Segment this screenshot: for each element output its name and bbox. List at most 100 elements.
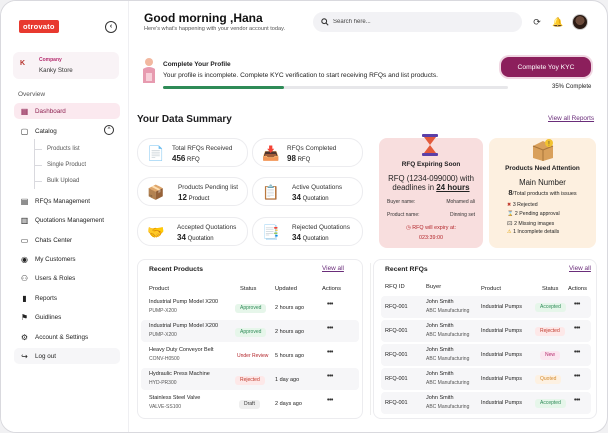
product-code: CONV-H0500 bbox=[149, 356, 180, 362]
attention-item-missing-images[interactable]: 🖾 2 Missing images bbox=[507, 220, 554, 229]
stat-value: 34 Quotation bbox=[292, 193, 329, 202]
more-actions-icon[interactable]: ••• bbox=[327, 301, 333, 308]
handshake-icon: 🤝 bbox=[147, 224, 165, 240]
status-badge: Quoted bbox=[535, 375, 562, 384]
profile-progress-fill bbox=[163, 86, 284, 89]
sidebar-subitem-products-list[interactable]: Products list bbox=[47, 146, 80, 152]
sidebar-item-users-roles[interactable]: ⚇ Users & Roles bbox=[14, 270, 120, 286]
refresh-icon[interactable]: ⟳ bbox=[530, 15, 544, 29]
product-name[interactable]: Hydraulic Press Machine bbox=[149, 371, 210, 377]
sidebar-item-label: Chats Center bbox=[35, 236, 73, 244]
rfq-id[interactable]: RFQ-001 bbox=[385, 304, 408, 310]
sidebar-item-dashboard[interactable]: ▦ Dashboard bbox=[14, 103, 120, 119]
more-actions-icon[interactable]: ••• bbox=[327, 373, 333, 380]
col-header-status: Status bbox=[542, 286, 559, 292]
chat-icon: ▭ bbox=[20, 235, 29, 245]
sidebar-item-logout[interactable]: ↪ Log out bbox=[14, 348, 120, 364]
sidebar-item-rfqs[interactable]: ▤ RFQs Management bbox=[14, 193, 120, 209]
hourglass-icon bbox=[422, 134, 438, 156]
profile-message: Your profile is incomplete. Complete KYC… bbox=[163, 72, 438, 79]
rfq-product: Industrial Pumps bbox=[481, 400, 522, 406]
sidebar-item-reports[interactable]: ▮ Reports bbox=[14, 290, 120, 306]
bell-icon[interactable]: 🔔 bbox=[551, 15, 565, 29]
attention-title: Products Need Attention bbox=[505, 165, 580, 172]
stat-products-pending[interactable]: 📦 Products Pending list 12 Product bbox=[137, 177, 248, 206]
stat-label: Accepted Quotations bbox=[177, 224, 237, 231]
attention-item-pending[interactable]: ⌛ 2 Pending approval bbox=[507, 211, 560, 217]
recent-products-view-all-link[interactable]: View all bbox=[322, 265, 344, 272]
buyer-company: ABC Manufacturing bbox=[426, 356, 470, 362]
brand-logo[interactable]: otrovato bbox=[19, 20, 59, 33]
status-badge: Approved bbox=[235, 304, 267, 313]
document-icon: 📄 bbox=[147, 145, 165, 161]
rfq-product: Industrial Pumps bbox=[481, 376, 522, 382]
sidebar-item-label: Quotations Management bbox=[35, 216, 104, 224]
product-name[interactable]: Industrial Pump Model X200 bbox=[149, 299, 218, 305]
status-badge: Rejected bbox=[235, 376, 265, 385]
col-header-buyer: Buyer bbox=[426, 284, 442, 290]
recent-rfqs-view-all-link[interactable]: View all bbox=[569, 265, 591, 272]
sidebar-subitem-single-product[interactable]: Single Product bbox=[47, 162, 86, 168]
updated-time: 1 day ago bbox=[275, 377, 300, 383]
search-bar[interactable] bbox=[313, 12, 522, 32]
avatar[interactable] bbox=[572, 14, 588, 30]
product-name[interactable]: Heavy Duty Conveyor Belt bbox=[149, 347, 214, 353]
collapse-sidebar-button[interactable]: ‹ bbox=[105, 21, 117, 33]
buyer-company: ABC Manufacturing bbox=[426, 404, 470, 410]
sidebar-item-chats[interactable]: ▭ Chats Center bbox=[14, 232, 120, 248]
product-name[interactable]: Stainless Steel Valve bbox=[149, 395, 200, 401]
sidebar-subitem-bulk-upload[interactable]: Bulk Upload bbox=[47, 178, 79, 184]
attention-item-rejected[interactable]: ✖ 3 Rejected bbox=[507, 202, 538, 208]
sidebar-item-account-settings[interactable]: ⚙ Account & Settings bbox=[14, 329, 120, 345]
more-actions-icon[interactable]: ••• bbox=[574, 349, 580, 356]
buyer-name: John Smith bbox=[426, 347, 454, 353]
sidebar-item-quotations[interactable]: ▥ Quotations Management bbox=[14, 212, 120, 228]
rfq-id[interactable]: RFQ-001 bbox=[385, 328, 408, 334]
rfq-id[interactable]: RFQ-001 bbox=[385, 400, 408, 406]
more-actions-icon[interactable]: ••• bbox=[327, 325, 333, 332]
sidebar-item-customers[interactable]: ◉ My Customers bbox=[14, 251, 120, 267]
product-code: PUMP-X200 bbox=[149, 308, 177, 314]
store-switcher[interactable]: K Company Kanky Store bbox=[13, 52, 119, 79]
complete-kyc-button[interactable]: Complete Yoy KYC bbox=[501, 57, 591, 77]
buyer-company: ABC Manufacturing bbox=[426, 332, 470, 338]
catalog-collapse-icon[interactable]: ^ bbox=[104, 125, 114, 135]
col-header-status: Status bbox=[240, 286, 257, 292]
rejected-document-icon: 📑 bbox=[262, 224, 280, 240]
quotation-icon: ▥ bbox=[20, 215, 29, 225]
stat-rejected-quotations[interactable]: 📑 Rejected Quotations 34 Quotation bbox=[252, 217, 363, 246]
product-name[interactable]: Industrial Pump Model X200 bbox=[149, 323, 218, 329]
stat-accepted-quotations[interactable]: 🤝 Accepted Quotations 34 Quotation bbox=[137, 217, 248, 246]
more-actions-icon[interactable]: ••• bbox=[574, 397, 580, 404]
buyer-company: ABC Manufacturing bbox=[426, 380, 470, 386]
more-actions-icon[interactable]: ••• bbox=[574, 373, 580, 380]
more-actions-icon[interactable]: ••• bbox=[574, 325, 580, 332]
stat-value: 98 RFQ bbox=[287, 154, 311, 163]
stat-label: Rejected Quotations bbox=[292, 224, 350, 231]
search-input[interactable] bbox=[333, 19, 513, 25]
view-all-reports-link[interactable]: View all Reports bbox=[548, 115, 594, 122]
more-actions-icon[interactable]: ••• bbox=[574, 301, 580, 308]
sidebar-item-label: Guidlines bbox=[35, 313, 62, 321]
more-actions-icon[interactable]: ••• bbox=[327, 349, 333, 356]
rfq-id[interactable]: RFQ-001 bbox=[385, 352, 408, 358]
attention-main-label: Main Number bbox=[519, 178, 566, 187]
stat-label: Active Quotations bbox=[292, 184, 343, 191]
stat-total-rfqs[interactable]: 📄 Total RFQs Received 456 RFQ bbox=[137, 138, 248, 167]
reports-icon: ▮ bbox=[22, 293, 27, 303]
sidebar-item-label: Dashboard bbox=[35, 107, 66, 115]
stat-rfqs-completed[interactable]: 📥 RFQs Completed 98 RFQ bbox=[252, 138, 363, 167]
clock-icon: ◷ bbox=[406, 225, 411, 231]
clipboard-icon: 📋 bbox=[262, 184, 280, 200]
stat-active-quotations[interactable]: 📋 Active Quotations 34 Quotation bbox=[252, 177, 363, 206]
panel-gap bbox=[370, 263, 371, 415]
nav-section-overview: Overview bbox=[18, 91, 46, 98]
attention-item-incomplete[interactable]: ⚠ 1 Incomplete details bbox=[507, 229, 559, 235]
col-header-product: Product bbox=[481, 286, 501, 292]
sidebar-item-label: Log out bbox=[35, 352, 57, 360]
sidebar-item-guidelines[interactable]: ⚑ Guidlines bbox=[14, 309, 120, 325]
stat-value: 34 Quotation bbox=[177, 233, 214, 242]
more-actions-icon[interactable]: ••• bbox=[327, 397, 333, 404]
rfq-expiring-title: RFQ Expiring Soon bbox=[401, 161, 461, 168]
rfq-id[interactable]: RFQ-001 bbox=[385, 376, 408, 382]
